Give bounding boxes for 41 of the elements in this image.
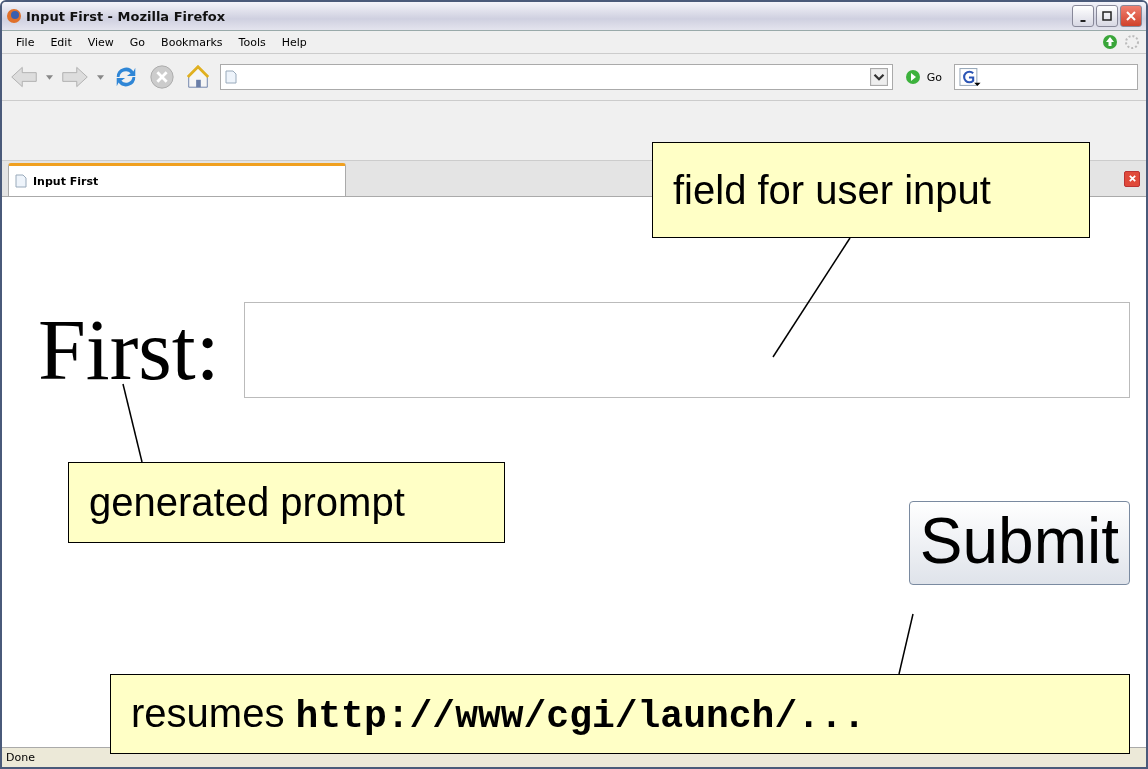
maximize-button[interactable]: [1096, 5, 1118, 27]
stop-icon[interactable]: [148, 64, 176, 90]
menu-item[interactable]: View: [79, 35, 122, 49]
address-field[interactable]: [220, 64, 893, 90]
dropdown-icon[interactable]: [869, 68, 888, 86]
update-icon: [1102, 34, 1118, 50]
menu-item[interactable]: Edit: [42, 35, 80, 49]
maximize-icon: [1102, 11, 1112, 21]
page-icon: [225, 70, 237, 84]
caret-icon[interactable]: [46, 74, 53, 80]
menu-item[interactable]: Help: [273, 35, 315, 49]
page-icon: [15, 174, 27, 188]
home-icon[interactable]: [184, 64, 212, 90]
window-title: Input First - Mozilla Firefox: [26, 8, 226, 24]
callout-text: resumes http://www/cgi/launch/...: [131, 690, 866, 738]
status-text: Done: [6, 751, 35, 764]
callout-text: field for user input: [673, 167, 991, 213]
throbber-icon: [1124, 34, 1140, 50]
caret-icon[interactable]: [97, 74, 104, 80]
close-tab-button[interactable]: [1124, 170, 1140, 187]
globe-icon: [6, 8, 22, 24]
callout-text: generated prompt: [89, 480, 405, 525]
input-field[interactable]: [243, 302, 1130, 398]
search-field[interactable]: [954, 64, 1138, 90]
forward-arrow-icon[interactable]: [61, 64, 89, 90]
menu-item[interactable]: File: [8, 35, 43, 49]
minimize-button[interactable]: [1072, 5, 1094, 27]
menu-item[interactable]: Bookmarks: [153, 35, 231, 49]
close-icon: [1126, 11, 1136, 21]
close-button[interactable]: [1120, 5, 1142, 27]
back-arrow-icon[interactable]: [10, 64, 38, 90]
prompt-label: First:: [38, 307, 220, 393]
go-button[interactable]: Go: [900, 69, 946, 85]
menu-item[interactable]: Go: [121, 35, 154, 49]
menu-item[interactable]: Tools: [230, 35, 274, 49]
play-icon: [904, 69, 921, 85]
submit-button[interactable]: Submit: [908, 501, 1130, 585]
minimize-icon: [1080, 19, 1086, 22]
browser-tab[interactable]: Input First: [8, 163, 346, 196]
search-engine-icon: [959, 67, 981, 87]
close-icon: [1127, 174, 1137, 183]
